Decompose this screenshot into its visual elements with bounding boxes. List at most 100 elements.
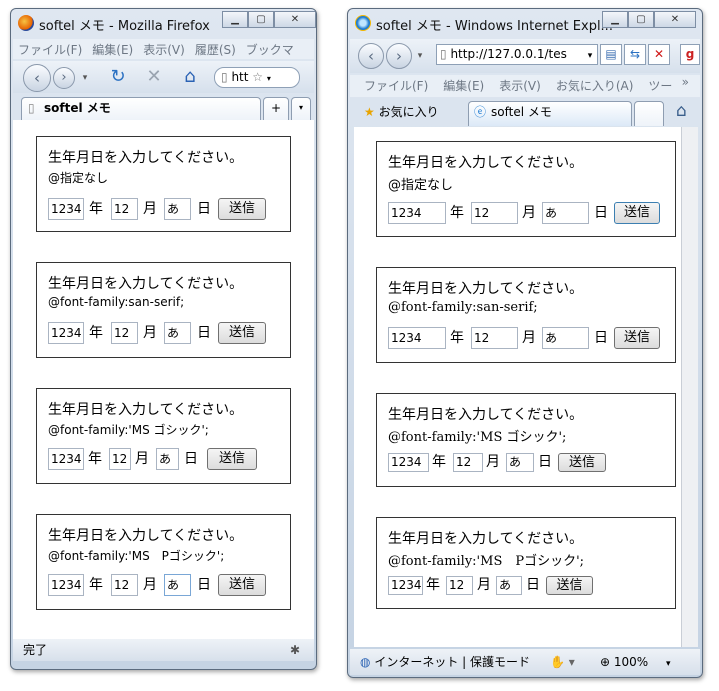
forward-button[interactable]: ›	[53, 67, 75, 89]
reload-icon[interactable]: ↻	[108, 67, 128, 87]
maximize-button[interactable]: ▢	[248, 11, 274, 28]
address-dropdown-icon[interactable]: ▾	[584, 46, 596, 66]
day-input[interactable]: あ	[164, 322, 191, 344]
search-provider-button[interactable]: g	[680, 44, 700, 65]
day-input[interactable]: あ	[506, 453, 534, 472]
chevron-more-icon[interactable]: »	[677, 75, 694, 89]
menu-edit[interactable]: 編集(E)	[87, 39, 138, 58]
font-note: @font-family:'MS ゴシック';	[48, 423, 209, 437]
year-input[interactable]: 1234	[388, 327, 446, 349]
form-heading: 生年月日を入力してください。	[388, 407, 584, 423]
submit-button[interactable]: 送信	[558, 453, 606, 472]
day-input[interactable]: あ	[542, 327, 589, 349]
url-dropdown-icon[interactable]: ▾	[267, 74, 271, 83]
forward-arrow-icon: ›	[396, 47, 402, 65]
day-input[interactable]: あ	[542, 202, 589, 224]
month-input[interactable]: 12	[471, 202, 518, 224]
year-label: 年	[450, 330, 464, 346]
month-input[interactable]: 12	[109, 448, 131, 470]
refresh-button[interactable]: ⇆	[624, 44, 646, 65]
menu-view[interactable]: 表示(V)	[489, 75, 546, 94]
history-dropdown-icon[interactable]: ▾	[79, 68, 91, 88]
month-label: 月	[477, 577, 491, 593]
submit-button[interactable]: 送信	[218, 198, 266, 220]
year-input[interactable]: 1234	[388, 202, 446, 224]
protected-mode-icon[interactable]: ✋ ▾	[550, 649, 575, 675]
back-button[interactable]: ‹	[23, 64, 51, 92]
submit-button[interactable]: 送信	[614, 202, 660, 224]
day-input[interactable]: あ	[164, 198, 191, 220]
minimize-button[interactable]: ▁	[222, 11, 248, 28]
tab-strip: ▯ softel メモ + ▾	[13, 94, 314, 120]
back-button[interactable]: ‹	[358, 43, 384, 69]
tab-softel-memo[interactable]: ▯ softel メモ	[21, 97, 261, 120]
stop-icon[interactable]: ✕	[144, 67, 164, 87]
compatibility-view-button[interactable]: ▤	[600, 44, 622, 65]
submit-button[interactable]: 送信	[218, 574, 266, 596]
minimize-button[interactable]: ▁	[602, 11, 628, 28]
tab-softel-memo[interactable]: ⓔ softel メモ	[468, 101, 632, 126]
menu-file[interactable]: ファイル(F)	[350, 75, 433, 94]
menu-history[interactable]: 履歴(S)	[190, 39, 241, 58]
zoom-control[interactable]: ⊕ 100% ▾	[600, 649, 671, 677]
zoom-level: 100%	[613, 655, 649, 669]
forward-arrow-icon: ›	[61, 70, 67, 85]
vertical-scrollbar[interactable]	[681, 127, 698, 647]
year-input[interactable]: 1234	[48, 198, 84, 220]
month-input[interactable]: 12	[446, 576, 473, 595]
submit-button[interactable]: 送信	[546, 576, 593, 595]
stop-button[interactable]: ✕	[648, 44, 670, 65]
menu-tools[interactable]: ツー	[638, 75, 677, 94]
ie-titlebar[interactable]: softel メモ - Windows Internet Expl... ▁ ▢…	[348, 9, 702, 37]
forward-button[interactable]: ›	[386, 43, 412, 69]
day-label: 日	[197, 201, 211, 217]
year-input[interactable]: 1234	[388, 453, 429, 472]
month-input[interactable]: 12	[453, 453, 483, 472]
day-label: 日	[184, 451, 198, 467]
status-text: 完了	[23, 643, 48, 657]
page-content: 生年月日を入力してください。 @指定なし 1234 年 12 月 あ 日 送信 …	[354, 127, 681, 647]
close-button[interactable]: ✕	[654, 11, 696, 28]
new-tab-button[interactable]: +	[263, 97, 289, 120]
favorites-label: お気に入り	[378, 105, 439, 119]
year-input[interactable]: 1234	[48, 322, 84, 344]
day-label: 日	[594, 205, 608, 221]
tab-list-button[interactable]: ▾	[291, 97, 311, 120]
home-icon[interactable]: ⌂	[676, 101, 687, 121]
day-input[interactable]: あ	[496, 576, 522, 595]
home-icon[interactable]: ⌂	[180, 67, 200, 87]
close-button[interactable]: ✕	[274, 11, 316, 28]
page-icon: ▯	[28, 101, 35, 115]
submit-button[interactable]: 送信	[218, 322, 266, 344]
firefox-logo-icon	[18, 15, 34, 31]
year-input[interactable]: 1234	[48, 574, 84, 596]
menu-file[interactable]: ファイル(F)	[13, 39, 87, 58]
new-tab-button[interactable]	[634, 101, 664, 126]
bug-icon[interactable]: ✱	[290, 639, 300, 661]
day-label: 日	[594, 330, 608, 346]
menu-bar: ファイル(F) 編集(E) 表示(V) お気に入り(A) ツー »	[350, 75, 700, 97]
year-input[interactable]: 1234	[48, 448, 84, 470]
month-input[interactable]: 12	[111, 198, 138, 220]
day-input[interactable]: あ	[156, 448, 179, 470]
menu-favorites[interactable]: お気に入り(A)	[546, 75, 639, 94]
month-input[interactable]: 12	[111, 574, 138, 596]
menu-bookmarks[interactable]: ブックマ	[241, 39, 299, 58]
favorites-star-icon: ★	[364, 105, 375, 119]
submit-button[interactable]: 送信	[614, 327, 660, 349]
submit-button[interactable]: 送信	[207, 448, 257, 470]
menu-edit[interactable]: 編集(E)	[433, 75, 489, 94]
month-input[interactable]: 12	[471, 327, 518, 349]
bookmark-star-icon[interactable]: ☆	[252, 70, 263, 84]
favorites-button[interactable]: ★ お気に入り	[364, 103, 439, 120]
month-input[interactable]: 12	[111, 322, 138, 344]
firefox-titlebar[interactable]: softel メモ - Mozilla Firefox ▁ ▢ ✕	[11, 9, 316, 37]
menu-view[interactable]: 表示(V)	[138, 39, 190, 58]
maximize-button[interactable]: ▢	[628, 11, 654, 28]
url-bar[interactable]: ▯ htt ☆ ▾	[214, 67, 300, 88]
address-bar[interactable]: ▯ http://127.0.0.1/tes	[436, 44, 598, 65]
day-input[interactable]: あ	[164, 574, 191, 596]
recent-pages-dropdown-icon[interactable]: ▾	[414, 46, 426, 66]
year-input[interactable]: 1234	[388, 576, 423, 595]
form-heading: 生年月日を入力してください。	[388, 531, 584, 547]
